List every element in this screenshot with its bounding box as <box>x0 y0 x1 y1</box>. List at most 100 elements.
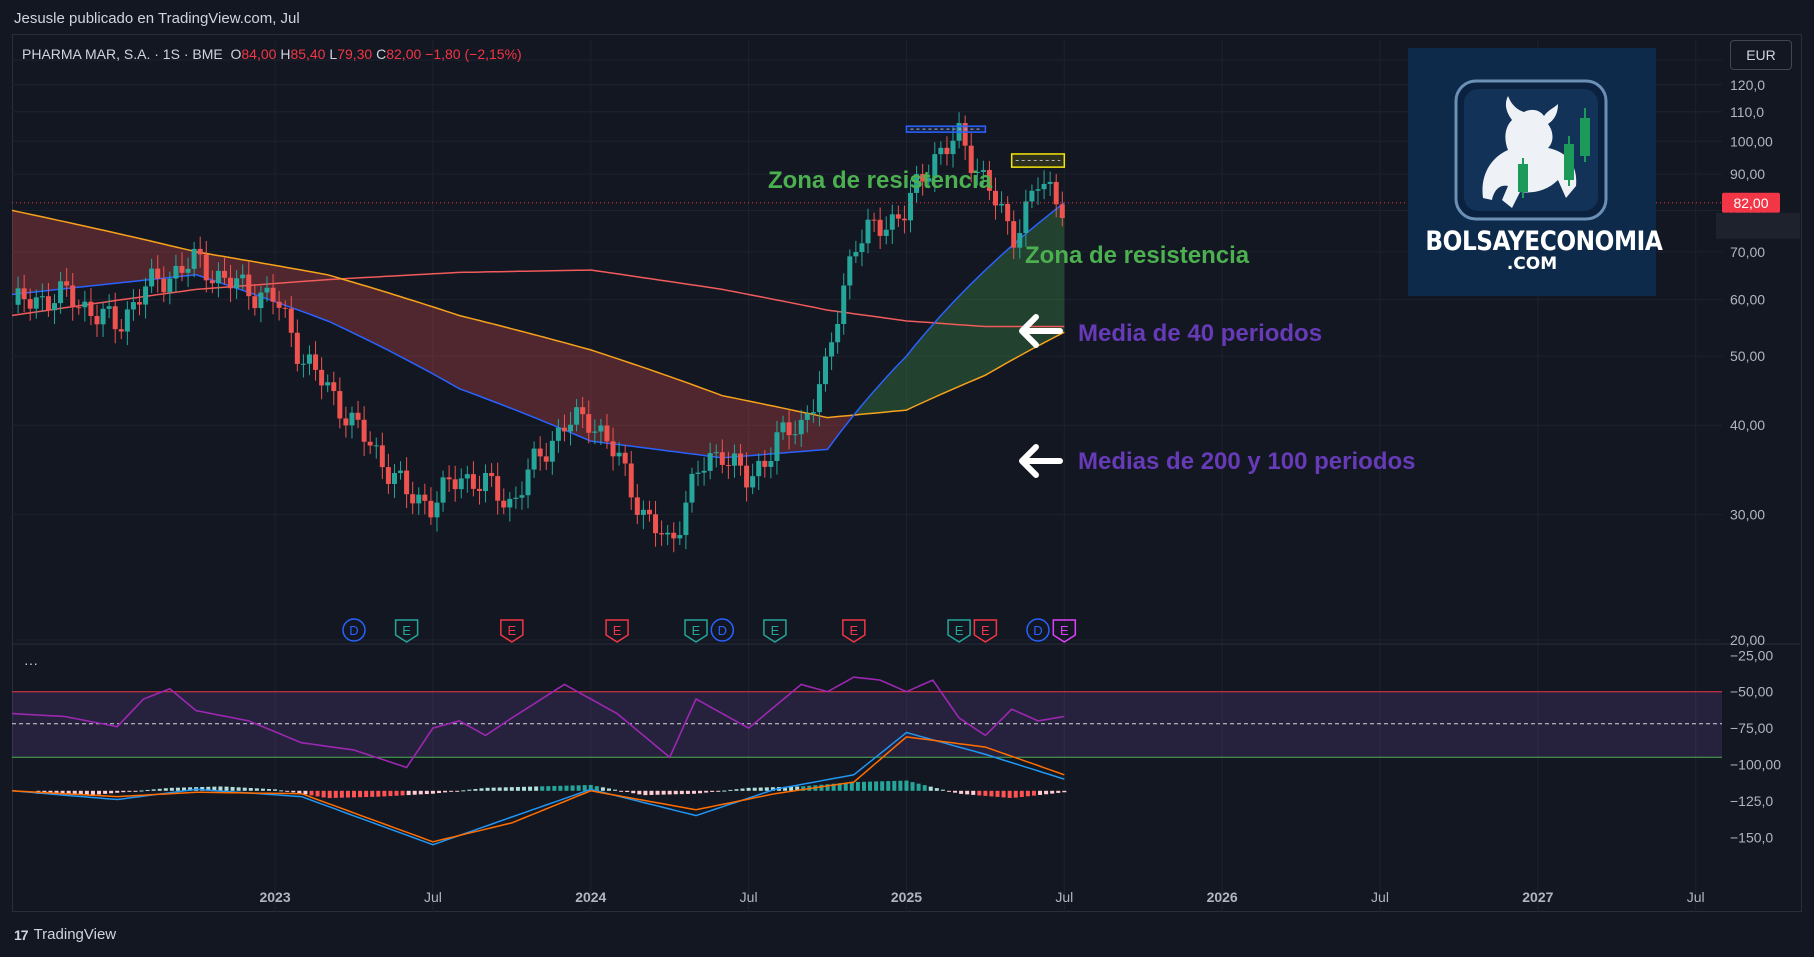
candle-body <box>835 324 841 343</box>
earnings-marker-label: E <box>771 623 780 638</box>
macd-histogram-bar <box>698 790 703 794</box>
tradingview-label: TradingView <box>33 926 117 943</box>
macd-histogram-bar <box>115 790 120 793</box>
legend-low: 79,30 <box>337 46 373 62</box>
macd-histogram-bar <box>1001 790 1006 798</box>
candle-body <box>240 274 246 279</box>
candle-body <box>549 440 555 462</box>
macd-histogram-bar <box>242 787 247 791</box>
candle-body <box>476 488 482 492</box>
y-tick-label: 120,0 <box>1730 77 1765 93</box>
macd-histogram-bar <box>916 783 921 791</box>
macd-histogram-bar <box>564 785 569 791</box>
macd-histogram-bar <box>133 790 138 792</box>
macd-histogram-bar <box>127 790 132 792</box>
candle-body <box>640 509 646 515</box>
macd-histogram-bar <box>145 789 150 791</box>
pane-menu[interactable]: ··· <box>24 655 38 671</box>
rsi-band <box>12 691 1722 758</box>
candle-body <box>39 296 45 298</box>
annotation-ma200-100: Medias de 200 y 100 periodos <box>1078 448 1416 475</box>
candle-body <box>598 425 604 432</box>
macd-histogram-bar <box>291 790 296 793</box>
candle-body <box>1047 181 1053 184</box>
macd-histogram-bar <box>248 787 253 791</box>
annotation-resistance-2: Zona de resistencia <box>1025 242 1250 269</box>
macd-histogram-bar <box>940 789 945 791</box>
macd-histogram-bar <box>254 788 259 791</box>
candle-body <box>525 469 531 496</box>
symbol-legend: PHARMA MAR, S.A. · 1S · BME O84,00 H85,4… <box>22 46 522 62</box>
macd-histogram-bar <box>376 790 381 797</box>
macd-histogram-bar <box>418 790 423 795</box>
y-tick-label: 110,0 <box>1730 104 1764 120</box>
candle-body <box>707 453 713 471</box>
macd-histogram-bar <box>321 790 326 798</box>
macd-histogram-bar <box>995 790 1000 797</box>
macd-histogram-bar <box>1019 790 1024 797</box>
macd-histogram-bar <box>236 787 241 791</box>
candle-body <box>483 472 489 492</box>
macd-histogram-bar <box>728 789 733 791</box>
macd-histogram-bar <box>606 788 611 791</box>
indicator-y-tick-label: −125,0 <box>1730 793 1773 809</box>
candle-body <box>719 452 725 465</box>
candle-body <box>1059 204 1065 219</box>
candle-body <box>325 382 331 386</box>
candle-body <box>203 254 209 281</box>
candle-body <box>877 219 883 236</box>
macd-histogram-bar <box>467 789 472 791</box>
macd-histogram-bar <box>746 787 751 791</box>
candle-body <box>580 407 586 415</box>
resistance-zone <box>1010 153 1066 168</box>
macd-histogram-bar <box>267 789 272 791</box>
macd-histogram-bar <box>388 790 393 797</box>
macd-histogram-bar <box>752 787 757 791</box>
candle-body <box>337 391 343 419</box>
earnings-marker-label: E <box>613 623 622 638</box>
macd-histogram-bar <box>631 790 636 794</box>
candle-body <box>343 418 349 426</box>
macd-histogram-bar <box>667 790 672 795</box>
candle-body <box>574 407 580 425</box>
macd-histogram-bar <box>613 789 618 791</box>
candle-body <box>434 502 440 518</box>
earnings-marker-label: E <box>850 623 859 638</box>
legend-l-label: L <box>329 46 338 62</box>
candle-body <box>221 270 227 278</box>
candle-body <box>264 287 270 293</box>
candle-body <box>950 140 956 155</box>
candle-body <box>883 229 889 236</box>
candle-body <box>689 473 695 503</box>
macd-histogram-bar <box>394 790 399 796</box>
earnings-marker-label: E <box>955 623 964 638</box>
candle-body <box>82 301 88 308</box>
candle-body <box>464 474 470 479</box>
candle-body <box>27 299 33 309</box>
candle-body <box>458 478 464 490</box>
currency-button[interactable]: EUR <box>1730 40 1792 70</box>
macd-histogram-bar <box>430 790 435 794</box>
macd-histogram-bar <box>989 790 994 797</box>
candle-body <box>319 369 325 386</box>
macd-histogram-bar <box>473 789 478 791</box>
candle-body <box>161 278 167 293</box>
macd-histogram-bar <box>1056 790 1061 793</box>
candle-body <box>568 424 574 432</box>
candle-body <box>1053 181 1059 205</box>
y-tick-label: 40,00 <box>1730 417 1765 433</box>
candle-body <box>58 281 64 304</box>
candle-body <box>634 497 640 515</box>
macd-histogram-bar <box>1031 790 1036 796</box>
tradingview-brand[interactable]: 17 TradingView <box>14 926 116 943</box>
candle-body <box>379 445 385 468</box>
candle-body <box>889 214 895 230</box>
candle-body <box>331 382 337 392</box>
candle-body <box>738 453 744 466</box>
candle-body <box>731 453 737 466</box>
macd-histogram-bar <box>90 790 95 795</box>
macd-histogram-bar <box>600 787 605 791</box>
macd-histogram-bar <box>534 786 539 791</box>
candle-body <box>404 470 410 495</box>
candle-body <box>391 473 397 484</box>
